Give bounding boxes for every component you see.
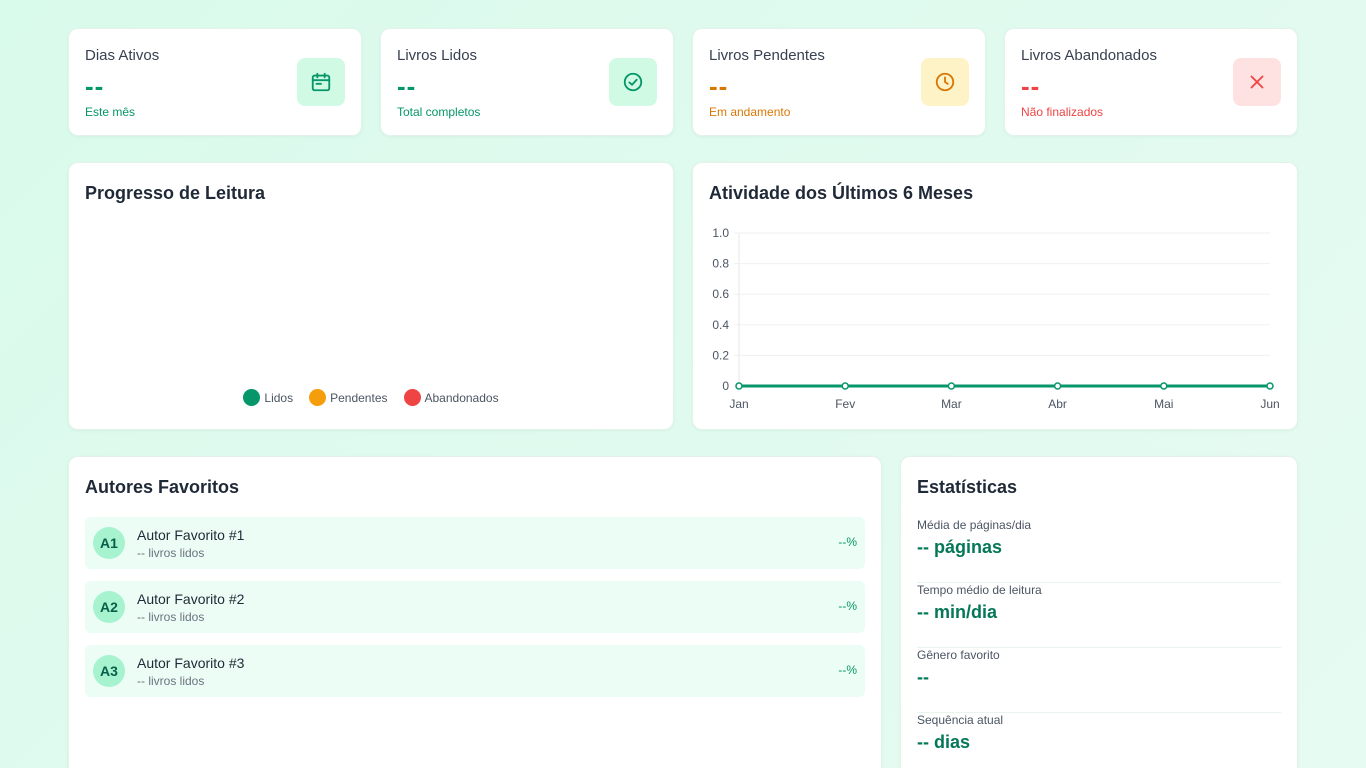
card-title: Estatísticas	[917, 477, 1018, 497]
data-point	[841, 382, 849, 390]
stat-item-current-streak: Sequência atual -- dias	[917, 713, 1281, 768]
data-point	[947, 382, 956, 390]
stat-item-label: Sequência atual	[917, 713, 1004, 727]
data-point	[1266, 382, 1274, 390]
avatar: A1	[93, 527, 125, 559]
stat-item-favorite-genre: Gênero favorito --	[917, 648, 1281, 713]
stat-value: --	[709, 71, 729, 101]
x-tick-label: Mai	[1154, 397, 1173, 411]
x-tick-label: Fev	[835, 397, 855, 411]
avatar: A3	[93, 655, 125, 687]
author-book-count: -- livros lidos	[137, 674, 205, 688]
legend-label: Pendentes	[330, 390, 388, 405]
activity-card: Atividade dos Últimos 6 Meses 0 0.2 0.4 0.6…	[692, 162, 1298, 430]
stat-value: --	[1021, 71, 1041, 101]
close-icon	[1233, 58, 1281, 106]
author-book-count: -- livros lidos	[137, 546, 205, 560]
legend-dot	[243, 389, 261, 406]
stat-item-value: -- dias	[917, 732, 971, 752]
author-percentage: --%	[838, 663, 857, 677]
stat-subtitle: Total completos	[397, 105, 481, 119]
author-name: Autor Favorito #3	[137, 655, 245, 671]
y-tick-label: 0.2	[712, 348, 729, 362]
stat-item-value: --	[917, 667, 929, 687]
statistics-card: Estatísticas Média de páginas/dia -- pág…	[900, 456, 1298, 768]
data-point	[735, 382, 743, 390]
y-tick-label: 0.4	[712, 318, 729, 332]
favorite-authors-card: Autores Favoritos A1 Autor Favorito #1 -…	[68, 456, 882, 768]
data-point	[1053, 382, 1062, 390]
stat-title: Livros Lidos	[397, 47, 478, 64]
author-name: Autor Favorito #2	[137, 591, 245, 607]
legend-dot	[403, 389, 421, 406]
stat-item-label: Gênero favorito	[917, 648, 1000, 662]
x-tick-label: Jun	[1260, 397, 1279, 411]
author-item[interactable]: A2 Autor Favorito #2 -- livros lidos --%	[85, 581, 865, 633]
card-title: Autores Favoritos	[85, 477, 240, 497]
x-tick-label: Mar	[941, 397, 962, 411]
stat-card-active-days: Dias Ativos -- Este mês	[68, 28, 362, 136]
legend-dot	[309, 389, 327, 406]
stat-item-label: Tempo médio de leitura	[917, 583, 1042, 597]
y-tick-label: 0.8	[712, 257, 729, 271]
author-item[interactable]: A1 Autor Favorito #1 -- livros lidos --%	[85, 517, 865, 569]
stat-title: Livros Abandonados	[1021, 47, 1157, 64]
stat-item-label: Média de páginas/dia	[917, 518, 1032, 532]
stat-item-value: -- min/dia	[917, 602, 997, 622]
calendar-icon	[297, 58, 345, 106]
legend-label: Abandonados	[424, 390, 499, 405]
legend-item-read[interactable]: Lidos	[243, 389, 293, 406]
legend-item-abandoned[interactable]: Abandonados	[403, 389, 499, 406]
card-title: Progresso de Leitura	[85, 183, 266, 203]
y-tick-label: 0.6	[712, 287, 729, 301]
stat-item-avg-pages: Média de páginas/dia -- páginas	[917, 518, 1281, 583]
stat-item-avg-time: Tempo médio de leitura -- min/dia	[917, 583, 1281, 648]
clock-icon	[921, 58, 969, 106]
stat-card-books-abandoned: Livros Abandonados -- Não finalizados	[1004, 28, 1298, 136]
stat-card-books-read: Livros Lidos -- Total completos	[380, 28, 674, 136]
y-tick-label: 1.0	[712, 226, 729, 240]
activity-line-chart: 0 0.2 0.4 0.6 0.8 1.0 Jan Fev Mar Abr Mai Jun	[712, 226, 1279, 411]
legend-item-pending[interactable]: Pendentes	[309, 389, 388, 406]
reading-progress-card: Progresso de Leitura Lidos Pendentes Aba…	[68, 162, 674, 430]
check-circle-icon	[609, 58, 657, 106]
stat-card-books-pending: Livros Pendentes -- Em andamento	[692, 28, 986, 136]
stat-title: Dias Ativos	[85, 47, 160, 64]
chart-legend: Lidos Pendentes Abandonados	[69, 389, 673, 406]
stat-title: Livros Pendentes	[709, 47, 825, 64]
x-tick-label: Jan	[729, 397, 748, 411]
stat-subtitle: Este mês	[85, 105, 136, 119]
author-name: Autor Favorito #1	[137, 527, 245, 543]
stat-subtitle: Em andamento	[709, 105, 791, 119]
stat-value: --	[397, 71, 417, 101]
data-point	[1160, 382, 1168, 390]
stat-subtitle: Não finalizados	[1021, 105, 1104, 119]
dashboard-page: Dias Ativos -- Este mês Livros Lidos -- …	[0, 0, 1366, 768]
author-percentage: --%	[838, 599, 857, 613]
stat-value: --	[85, 71, 105, 101]
y-tick-label: 0	[722, 379, 729, 393]
author-percentage: --%	[838, 535, 857, 549]
author-item[interactable]: A3 Autor Favorito #3 -- livros lidos --%	[85, 645, 865, 697]
legend-label: Lidos	[264, 390, 294, 405]
stat-item-value: -- páginas	[917, 537, 1003, 557]
author-book-count: -- livros lidos	[137, 610, 205, 624]
x-tick-label: Abr	[1048, 397, 1067, 411]
avatar: A2	[93, 591, 125, 623]
